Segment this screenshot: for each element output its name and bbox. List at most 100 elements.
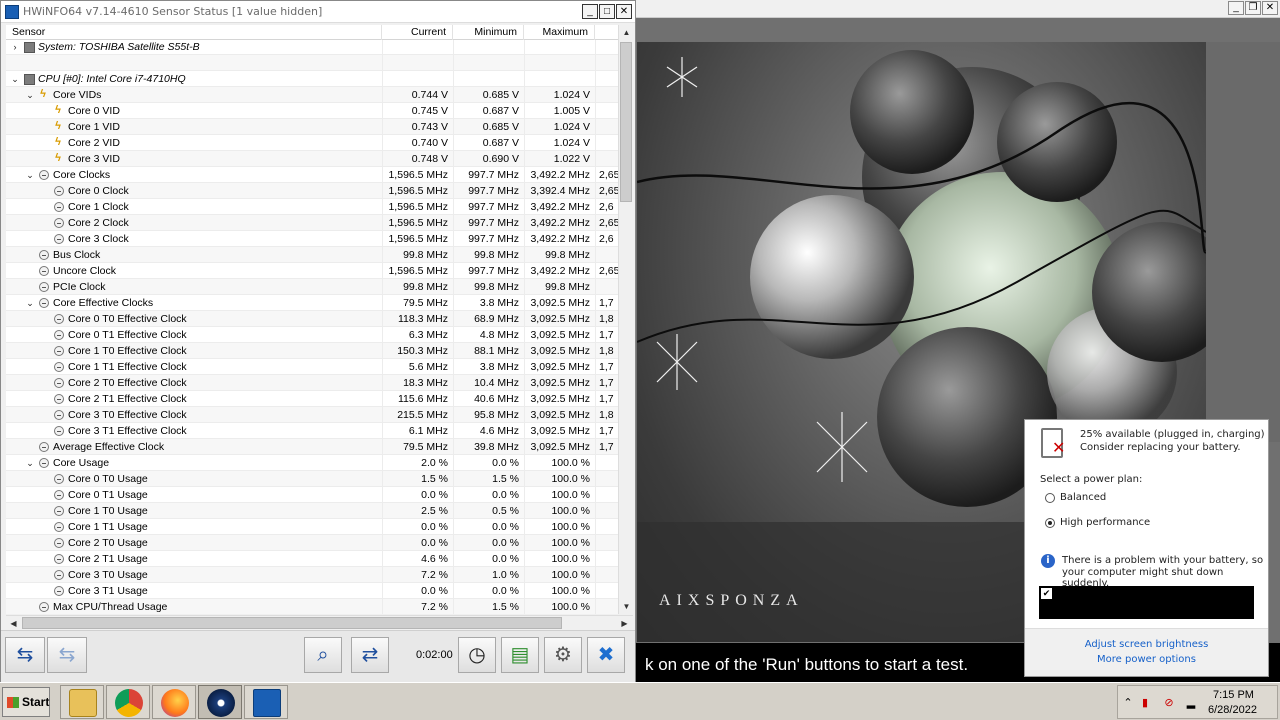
chevron-right-icon[interactable]: › [10, 40, 20, 55]
clock-time[interactable]: 7:15 PM [1213, 689, 1254, 701]
close-icon[interactable]: ✕ [616, 4, 632, 19]
sensor-row[interactable]: Core 3 Clock 1,596.5 MHz 997.7 MHz 3,492.2 … [6, 231, 618, 247]
plan-balanced-radio[interactable] [1045, 493, 1055, 503]
sensor-row[interactable]: Core 1 T1 Usage 0.0 % 0.0 % 100.0 % [6, 519, 618, 535]
chevron-down-icon[interactable]: ⌄ [25, 295, 35, 311]
network-signal-icon[interactable]: ▂ [1184, 696, 1198, 710]
scroll-down-icon[interactable]: ▼ [620, 600, 633, 613]
sensor-row[interactable]: Core 1 Clock 1,596.5 MHz 997.7 MHz 3,492.2 … [6, 199, 618, 215]
sensor-average [595, 519, 618, 535]
clock-reset-icon[interactable]: ◷ [458, 637, 496, 673]
column-maximum[interactable]: Maximum [524, 25, 595, 40]
sensor-row[interactable]: Core 0 T1 Effective Clock 6.3 MHz 4.8 MHz 3… [6, 327, 618, 343]
sensor-row[interactable]: Core 0 T0 Effective Clock 118.3 MHz 68.9 M… [6, 311, 618, 327]
close-icon[interactable]: ✕ [1262, 1, 1278, 15]
sensor-row[interactable]: ⌄ ϟ Core VIDs 0.744 V 0.685 V 1.024 V [6, 87, 618, 103]
sensor-row[interactable]: ⌄ Core Effective Clocks 79.5 MHz 3.8 MHz 3,0… [6, 295, 618, 311]
sensor-row[interactable]: Core 0 T1 Usage 0.0 % 0.0 % 100.0 % [6, 487, 618, 503]
chevron-down-icon[interactable]: ⌄ [25, 167, 35, 183]
sensor-row[interactable]: › System: TOSHIBA Satellite S55t-B [6, 40, 618, 55]
sensor-average: 2,65 [595, 215, 618, 231]
sensor-maximum: 100.0 % [524, 471, 594, 487]
sensor-maximum: 3,092.5 MHz [524, 359, 594, 375]
cinebench-icon[interactable] [198, 685, 242, 719]
sensor-current: 215.5 MHz [382, 407, 452, 423]
sensor-row[interactable]: Average Effective Clock 79.5 MHz 39.8 MHz 3… [6, 439, 618, 455]
minimize-icon[interactable]: _ [582, 4, 598, 19]
sensor-row[interactable]: Core 1 T1 Effective Clock 5.6 MHz 3.8 MHz 3… [6, 359, 618, 375]
sensor-row[interactable]: Core 2 T1 Effective Clock 115.6 MHz 40.6 M… [6, 391, 618, 407]
sensor-row[interactable]: PCIe Clock 99.8 MHz 99.8 MHz 99.8 MHz [6, 279, 618, 295]
scroll-up-icon[interactable]: ▲ [620, 26, 633, 39]
sensor-minimum [453, 55, 523, 71]
chevron-down-icon[interactable]: ⌄ [10, 71, 20, 87]
chevron-down-icon[interactable]: ⌄ [25, 87, 35, 103]
sensor-row[interactable]: Core 1 T0 Usage 2.5 % 0.5 % 100.0 % [6, 503, 618, 519]
firefox-icon[interactable] [152, 685, 196, 719]
adjust-brightness-link[interactable]: Adjust screen brightness [1025, 639, 1268, 650]
restore-icon[interactable]: ❐ [1245, 1, 1261, 15]
plan-balanced-label[interactable]: Balanced [1060, 492, 1106, 503]
battery-tray-icon[interactable]: ▮ [1138, 696, 1152, 710]
sensor-row[interactable]: Core 3 T1 Usage 0.0 % 0.0 % 100.0 % [6, 583, 618, 599]
sensor-current: 115.6 MHz [382, 391, 452, 407]
sensor-row[interactable]: Core 2 T0 Usage 0.0 % 0.0 % 100.0 % [6, 535, 618, 551]
sensor-row[interactable]: Core 3 T1 Effective Clock 6.1 MHz 4.6 MHz 3… [6, 423, 618, 439]
settings-gear-icon[interactable]: ⚙ [544, 637, 582, 673]
chrome-icon[interactable] [106, 685, 150, 719]
connect-icon[interactable]: ⇄ [351, 637, 389, 673]
sensor-row[interactable]: Core 0 Clock 1,596.5 MHz 997.7 MHz 3,392.4 … [6, 183, 618, 199]
plan-high-performance-label[interactable]: High performance [1060, 517, 1150, 528]
sensor-row[interactable]: Core 1 T0 Effective Clock 150.3 MHz 88.1 M… [6, 343, 618, 359]
clock-date[interactable]: 6/28/2022 [1208, 704, 1257, 716]
sensor-row[interactable]: Uncore Clock 1,596.5 MHz 997.7 MHz 3,492.2 … [6, 263, 618, 279]
navigate-sensors-button[interactable]: ⇆ [5, 637, 45, 673]
sensor-row[interactable]: Bus Clock 99.8 MHz 99.8 MHz 99.8 MHz [6, 247, 618, 263]
vertical-scrollbar[interactable]: ▲ ▼ [618, 25, 633, 614]
sensor-row[interactable]: ⌄ Core Clocks 1,596.5 MHz 997.7 MHz 3,492.2 … [6, 167, 618, 183]
network-icon[interactable]: ⌕ [304, 637, 342, 673]
show-hidden-icons-icon[interactable]: ⌃ [1121, 696, 1135, 710]
start-button[interactable]: Start [2, 687, 50, 717]
logging-icon[interactable]: ▤ [501, 637, 539, 673]
sensor-row[interactable]: Core 2 T1 Usage 4.6 % 0.0 % 100.0 % [6, 551, 618, 567]
close-x-icon[interactable]: ✖ [587, 637, 625, 673]
sensor-row[interactable]: ϟ Core 2 VID 0.740 V 0.687 V 1.024 V [6, 135, 618, 151]
benchmark-titlebar: _ ❐ ✕ [636, 0, 1280, 18]
plan-high-performance-radio[interactable] [1045, 518, 1055, 528]
maximize-icon[interactable]: □ [599, 4, 615, 19]
sensor-row[interactable]: ϟ Core 3 VID 0.748 V 0.690 V 1.022 V [6, 151, 618, 167]
sensor-row[interactable]: ⌄ Core Usage 2.0 % 0.0 % 100.0 % [6, 455, 618, 471]
sensor-label: Core 0 T1 Usage [68, 489, 148, 501]
sensor-row[interactable]: ϟ Core 1 VID 0.743 V 0.685 V 1.024 V [6, 119, 618, 135]
sensor-row[interactable]: Max CPU/Thread Usage 7.2 % 1.5 % 100.0 % [6, 599, 618, 614]
scroll-right-icon[interactable]: ▶ [618, 617, 631, 630]
sensor-current [382, 40, 452, 55]
column-sensor[interactable]: Sensor [6, 25, 382, 40]
hwinfo-icon[interactable] [244, 685, 288, 719]
chevron-down-icon[interactable]: ⌄ [25, 455, 35, 471]
navigate-disabled-button[interactable]: ⇆ [47, 637, 87, 673]
column-average[interactable] [595, 25, 618, 40]
sensor-row[interactable]: ⌄ CPU [#0]: Intel Core i7-4710HQ [6, 71, 618, 87]
file-explorer-icon[interactable] [60, 685, 104, 719]
more-power-options-link[interactable]: More power options [1025, 654, 1268, 665]
sensor-label: Core 0 T1 Effective Clock [68, 329, 187, 341]
sensor-row[interactable]: ϟ Core 0 VID 0.745 V 0.687 V 1.005 V [6, 103, 618, 119]
sensor-row[interactable]: Core 2 Clock 1,596.5 MHz 997.7 MHz 3,492.2 … [6, 215, 618, 231]
sensor-average: 1,7 [595, 391, 618, 407]
sensor-row[interactable]: Core 2 T0 Effective Clock 18.3 MHz 10.4 MH… [6, 375, 618, 391]
sensor-row[interactable] [6, 55, 618, 71]
scrollbar-thumb[interactable] [22, 617, 562, 629]
volume-muted-icon[interactable]: ⊘ [1162, 696, 1176, 710]
checkbox[interactable]: ✔ [1041, 588, 1052, 599]
sensor-row[interactable]: Core 0 T0 Usage 1.5 % 1.5 % 100.0 % [6, 471, 618, 487]
horizontal-scrollbar[interactable]: ◀ ▶ [6, 615, 633, 630]
minimize-icon[interactable]: _ [1228, 1, 1244, 15]
sensor-row[interactable]: Core 3 T0 Usage 7.2 % 1.0 % 100.0 % [6, 567, 618, 583]
column-current[interactable]: Current [382, 25, 453, 40]
scroll-left-icon[interactable]: ◀ [7, 617, 20, 630]
scrollbar-thumb[interactable] [620, 42, 632, 202]
sensor-row[interactable]: Core 3 T0 Effective Clock 215.5 MHz 95.8 M… [6, 407, 618, 423]
column-minimum[interactable]: Minimum [453, 25, 524, 40]
